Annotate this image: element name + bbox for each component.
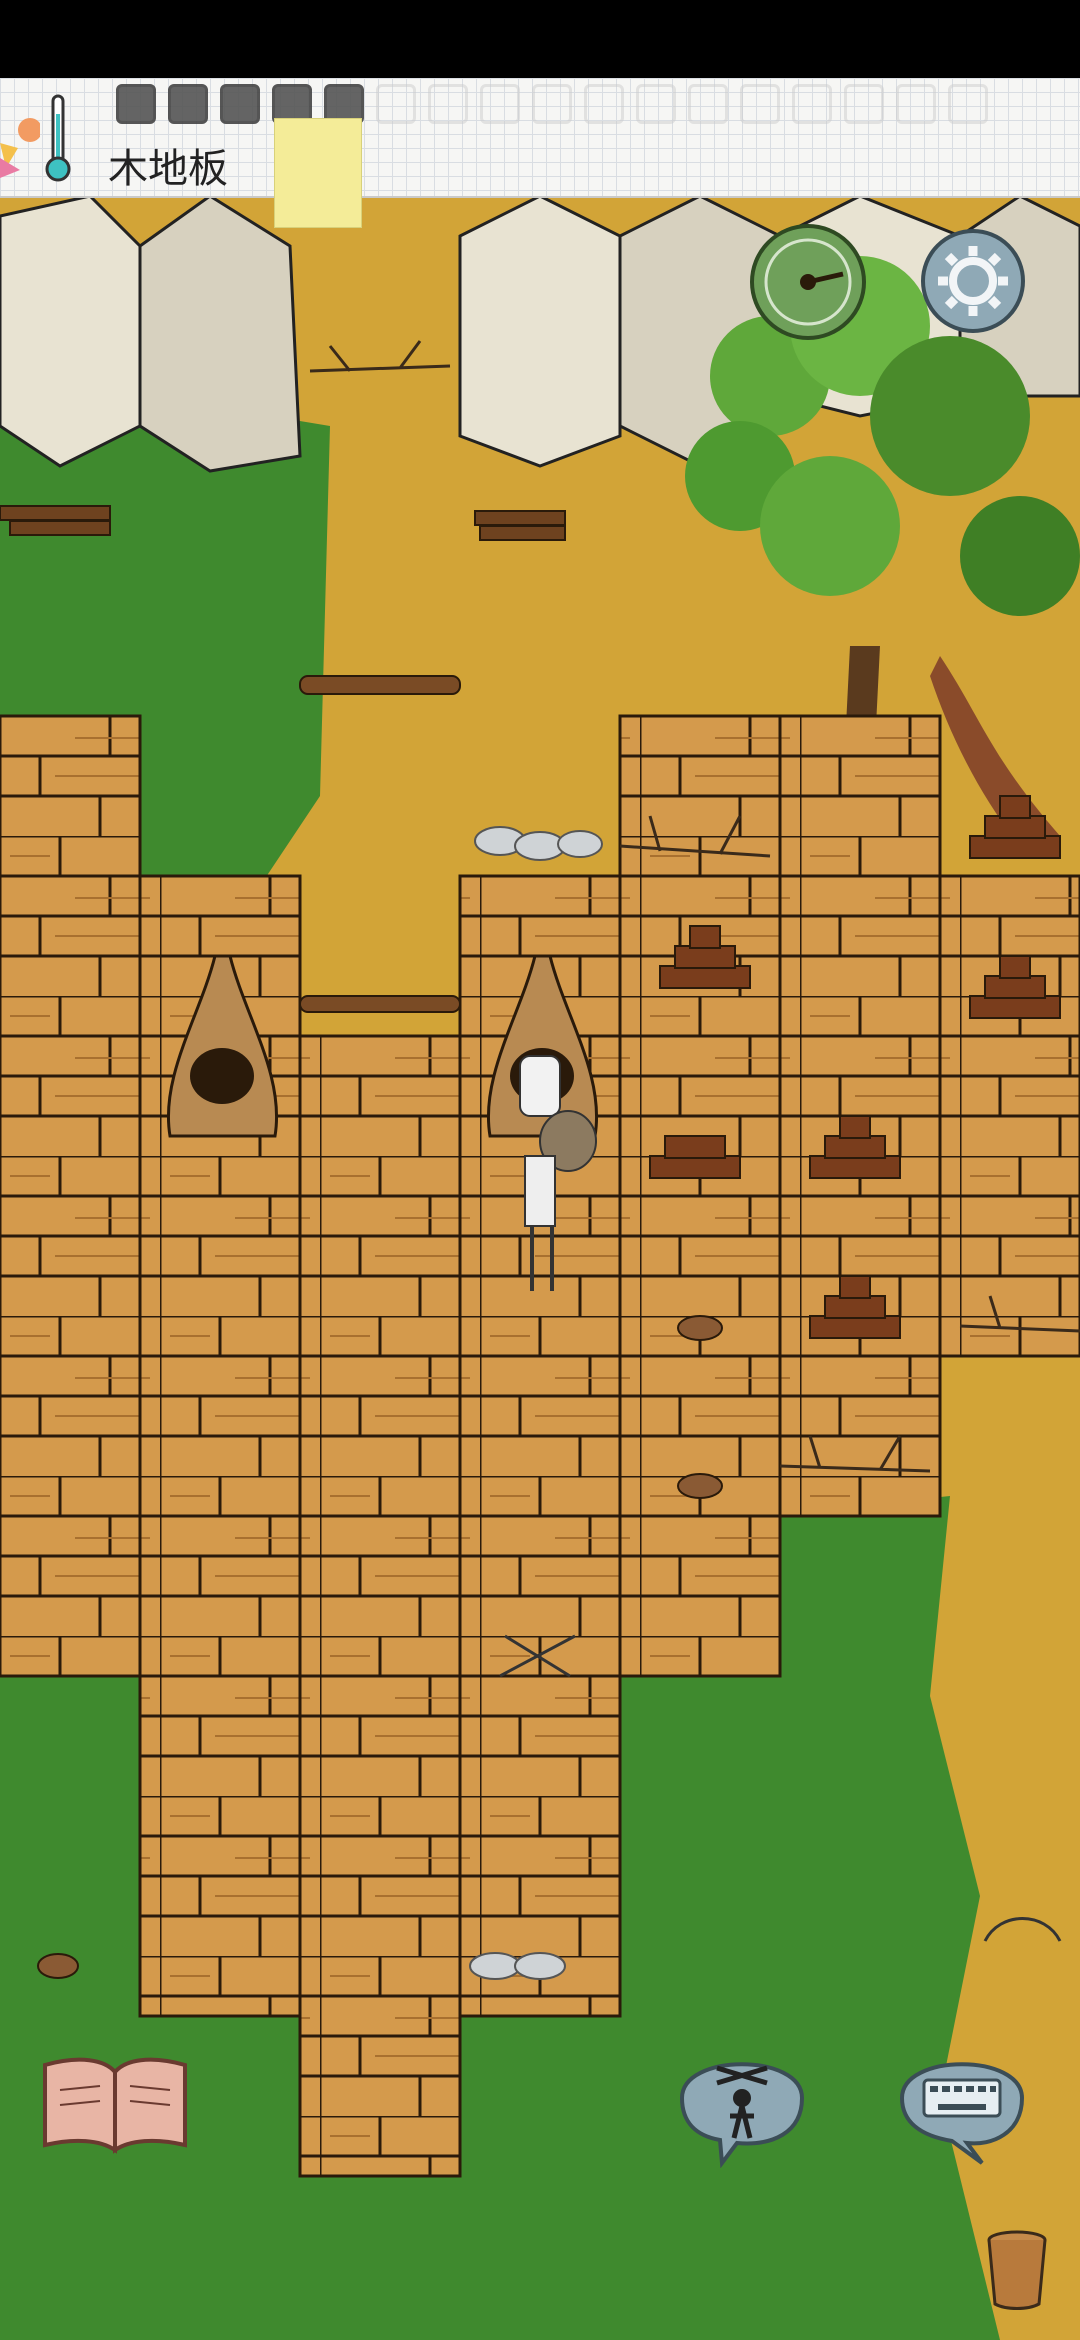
- inventory-slot-icon[interactable]: [636, 84, 676, 124]
- inventory-slot-icon[interactable]: [948, 84, 988, 124]
- inventory-slot-icon[interactable]: [844, 84, 884, 124]
- wooden-floor-area[interactable]: [0, 714, 142, 1358]
- inventory-slot-icon[interactable]: [428, 84, 468, 124]
- inventory-slot-icon[interactable]: [376, 84, 416, 124]
- inventory-row: [116, 84, 988, 124]
- basket-button[interactable]: [986, 2230, 1048, 2310]
- open-book-icon: [43, 2057, 187, 2154]
- compass-button[interactable]: [748, 222, 868, 342]
- wooden-floor-area[interactable]: [618, 714, 782, 1678]
- inventory-slot-icon[interactable]: [532, 84, 572, 124]
- game-world[interactable]: [0, 196, 1080, 2340]
- wooden-floor-area[interactable]: [0, 1354, 142, 1678]
- settings-button[interactable]: [918, 226, 1028, 336]
- top-bar: 木地板: [0, 78, 1080, 198]
- keyboard-icon: [899, 2062, 1025, 2165]
- inventory-slot-icon[interactable]: [740, 84, 780, 124]
- inventory-slot-icon[interactable]: [688, 84, 728, 124]
- inventory-slot-icon[interactable]: [116, 84, 156, 124]
- inventory-slot-icon[interactable]: [168, 84, 208, 124]
- temperature-star-icon: [0, 108, 40, 178]
- inventory-slot-icon[interactable]: [584, 84, 624, 124]
- emote-button[interactable]: [662, 2038, 822, 2168]
- inventory-slot-icon[interactable]: [480, 84, 520, 124]
- status-bar: [0, 0, 1080, 78]
- journal-button[interactable]: [40, 2050, 190, 2160]
- basket-icon: [987, 2230, 1047, 2310]
- hovered-tile-label: 木地板: [108, 146, 228, 192]
- inventory-slot-icon[interactable]: [220, 84, 260, 124]
- wooden-floor-area[interactable]: [298, 1034, 462, 2178]
- wooden-floor-area[interactable]: [938, 874, 1080, 1358]
- inventory-slot-icon[interactable]: [792, 84, 832, 124]
- compass-icon: [750, 224, 866, 340]
- keyboard-button[interactable]: [882, 2038, 1042, 2168]
- puppet-icon: [679, 2062, 805, 2168]
- gear-icon: [921, 229, 1025, 333]
- inventory-slot-icon[interactable]: [896, 84, 936, 124]
- thermometer-icon[interactable]: [44, 94, 72, 184]
- note-tab[interactable]: [274, 118, 362, 228]
